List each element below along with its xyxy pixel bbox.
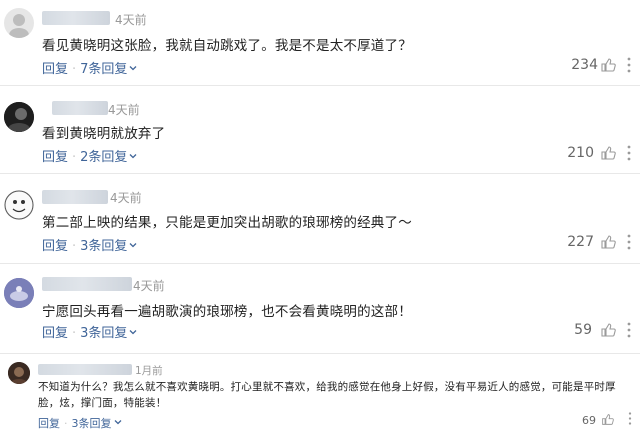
comment-actions: 回复 · 3条回复 [42, 235, 137, 254]
comment-item: 1月前 不知道为什么？我怎么就不喜欢黄晓明。打心里就不喜欢，给我的感觉在他身上好… [0, 358, 640, 441]
dark-photo-avatar-icon [4, 102, 34, 132]
thumb-up-icon[interactable] [600, 322, 616, 338]
like-count: 210 [567, 145, 594, 161]
username-blurred[interactable] [42, 190, 108, 204]
purple-photo-avatar-icon [4, 278, 34, 308]
user-avatar[interactable] [8, 362, 30, 384]
user-avatar[interactable] [4, 190, 34, 220]
user-avatar[interactable] [4, 278, 34, 308]
comment-text: 第二部上映的结果，只能是更加突出胡歌的琅琊榜的经典了～ [42, 215, 412, 231]
comment-text: 不知道为什么？我怎么就不喜欢黄晓明。打心里就不喜欢，给我的感觉在他身上好假，没有… [38, 381, 616, 409]
divider: · [72, 62, 77, 77]
chevron-down-icon[interactable] [114, 418, 122, 426]
thumb-up-icon[interactable] [601, 413, 614, 426]
cartoon-face-avatar-icon [4, 190, 34, 220]
comment-actions: 回复 · 3条回复 [42, 322, 137, 341]
divider: · [72, 239, 77, 254]
user-avatar[interactable] [4, 8, 34, 38]
username-blurred[interactable] [52, 101, 108, 115]
username-blurred[interactable] [42, 11, 110, 25]
chevron-down-icon[interactable] [129, 241, 137, 249]
comment-text: 看到黄晓明就放弃了 [42, 126, 166, 142]
comment-item: 4天前 看到黄晓明就放弃了 回复 · 2条回复 210 [0, 86, 640, 174]
like-count: 59 [574, 322, 592, 338]
reply-button[interactable]: 回复 [42, 239, 68, 254]
view-replies-button[interactable]: 3条回复 [72, 417, 112, 430]
like-count: 69 [582, 414, 596, 427]
reply-button[interactable]: 回复 [42, 62, 68, 77]
comment-item: 4天前 宁愿回头再看一遍胡歌演的琅琊榜，也不会看黄晓明的这部！ 回复 · 3条回复 … [0, 264, 640, 354]
like-count: 234 [571, 57, 598, 73]
chevron-down-icon[interactable] [129, 64, 137, 72]
comment-time: 4天前 [110, 191, 142, 205]
comment-time: 4天前 [108, 103, 140, 117]
chevron-down-icon[interactable] [129, 152, 137, 160]
comment-item: 4天前 看见黄晓明这张脸，我就自动跳戏了。我是不是太不厚道了？ 回复 · 7条回复 … [0, 0, 640, 86]
user-avatar[interactable] [4, 102, 34, 132]
comment-time: 4天前 [133, 279, 165, 293]
divider: · [64, 417, 68, 430]
username-blurred[interactable] [38, 364, 132, 375]
comment-actions: 回复 · 3条回复 [38, 415, 122, 431]
divider: · [72, 326, 77, 341]
view-replies-button[interactable]: 3条回复 [80, 239, 127, 254]
more-dots-icon[interactable] [622, 321, 636, 339]
thumb-up-icon[interactable] [600, 57, 616, 73]
comment-text: 看见黄晓明这张脸，我就自动跳戏了。我是不是太不厚道了？ [42, 38, 412, 54]
comment-time: 1月前 [135, 365, 163, 377]
default-avatar-icon [9, 14, 29, 38]
comment-text: 宁愿回头再看一遍胡歌演的琅琊榜，也不会看黄晓明的这部！ [42, 304, 412, 320]
more-dots-icon[interactable] [624, 411, 636, 426]
view-replies-button[interactable]: 3条回复 [80, 326, 127, 341]
thumb-up-icon[interactable] [600, 234, 616, 250]
view-replies-button[interactable]: 2条回复 [80, 150, 127, 165]
comment-time: 4天前 [115, 13, 147, 27]
view-replies-button[interactable]: 7条回复 [80, 62, 127, 77]
comment-item: 4天前 第二部上映的结果，只能是更加突出胡歌的琅琊榜的经典了～ 回复 · 3条回复 … [0, 174, 640, 264]
chevron-down-icon[interactable] [129, 328, 137, 336]
reply-button[interactable]: 回复 [42, 326, 68, 341]
reply-button[interactable]: 回复 [42, 150, 68, 165]
more-dots-icon[interactable] [622, 56, 636, 74]
comment-actions: 回复 · 2条回复 [42, 146, 137, 165]
divider: · [72, 150, 77, 165]
reply-button[interactable]: 回复 [38, 417, 60, 430]
thumb-up-icon[interactable] [600, 145, 616, 161]
more-dots-icon[interactable] [622, 144, 636, 162]
more-dots-icon[interactable] [622, 233, 636, 251]
dark-circle-avatar-icon [8, 362, 30, 384]
comment-actions: 回复 · 7条回复 [42, 58, 137, 77]
username-blurred[interactable] [42, 277, 132, 291]
like-count: 227 [567, 234, 594, 250]
